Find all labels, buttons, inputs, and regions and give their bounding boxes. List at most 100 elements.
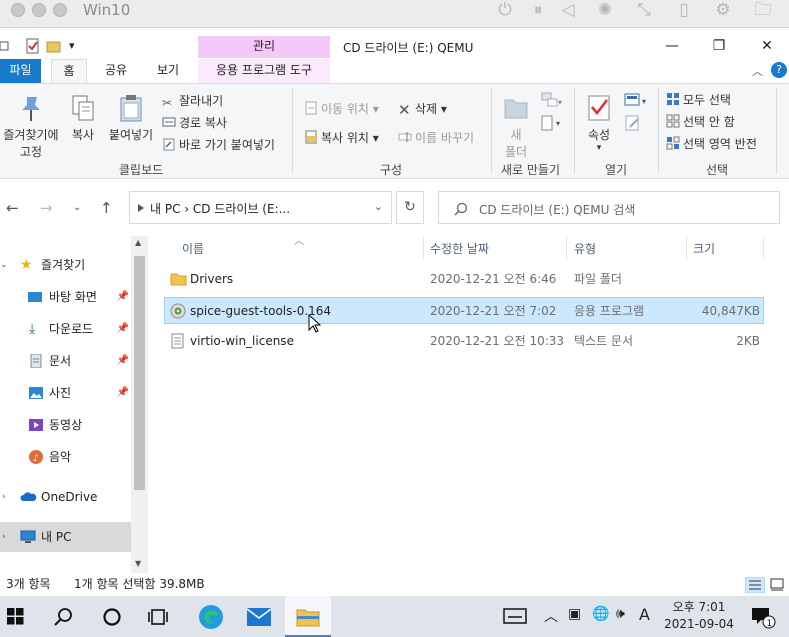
collapse-ribbon-icon[interactable]: ︿ [752,63,763,79]
help-icon[interactable]: ? [771,62,787,78]
svg-text:♪: ♪ [33,454,39,464]
rename-button[interactable]: 이름 바꾸기 [398,129,474,146]
nav-item-pictures[interactable]: 사진 📌 [0,378,131,408]
edge-icon[interactable] [198,604,224,630]
column-header-type[interactable]: 유형 [574,240,596,257]
music-icon: ♪ [29,450,43,464]
address-bar[interactable]: 내 PC › CD 드라이브 (E:... ⌄ [129,191,392,224]
nav-quick-access[interactable]: ⌄ ★ 즐겨찾기 [0,250,131,280]
device-icon[interactable]: ▣ [568,606,581,622]
tab-share[interactable]: 공유 [96,59,136,83]
expand-icon[interactable]: › [2,522,6,552]
tab-home[interactable]: 홈 [51,59,87,83]
nav-this-pc[interactable]: › 내 PC [0,522,131,552]
vm-zoom-button[interactable] [53,3,67,17]
easy-access-icon[interactable]: ▾ [540,114,564,134]
details-view-icon[interactable] [745,577,765,593]
large-icons-view-icon[interactable] [769,577,785,593]
notifications-icon[interactable]: 1 [750,605,776,629]
shared-folder-icon[interactable]: 🗀 [752,0,774,22]
select-all-button[interactable]: 모두 선택 [666,91,731,108]
nav-onedrive[interactable]: › OneDrive [0,482,131,512]
search-input[interactable]: CD 드라이브 (E:) QEMU 검색 [438,191,780,224]
quick-access-icon[interactable] [0,40,10,52]
address-dropdown-icon[interactable]: ⌄ [374,200,383,213]
nav-item-music[interactable]: ♪ 음악 [0,442,131,472]
edit-icon[interactable] [624,114,644,132]
volume-icon[interactable]: 🕪 [616,606,625,622]
table-row[interactable]: Drivers 2020-12-21 오전 6:46 파일 폴더 [164,266,764,293]
onedrive-icon [20,492,37,501]
search-icon[interactable] [54,607,74,627]
context-tab-manage[interactable]: 관리 [198,36,330,58]
tab-application-tools[interactable]: 응용 프로그램 도구 [198,59,330,83]
nav-item-videos[interactable]: 동영상 [0,410,131,440]
properties-icon [588,95,610,121]
scroll-down-icon[interactable]: ▼ [135,559,141,568]
nav-item-downloads[interactable]: ⤓ 다운로드 📌 [0,314,131,344]
refresh-button[interactable]: ↻ [396,191,424,224]
qat-dropdown-icon[interactable]: ▾ [69,39,75,52]
move-to-button[interactable]: 이동 위치 ▾ [304,100,379,117]
tab-file[interactable]: 파일 [0,59,41,83]
cortana-icon[interactable] [102,607,122,627]
cut-button[interactable]: ✂ 잘라내기 [162,92,223,110]
delete-button[interactable]: ✕ 삭제 ▾ [398,100,447,119]
back-icon[interactable]: ◁ [557,0,579,22]
maximize-button[interactable]: ❐ [707,36,731,56]
mail-icon[interactable] [246,606,272,628]
select-none-button[interactable]: 선택 안 함 [666,113,735,130]
network-icon[interactable]: 🌐 [592,606,609,622]
clock[interactable]: 오후 7:01 2021-09-04 [660,599,738,633]
taskbar-file-explorer[interactable] [285,596,331,637]
minimize-button[interactable]: — [660,36,684,56]
nav-item-desktop[interactable]: 바탕 화면 📌 [0,282,131,312]
new-item-icon[interactable]: ▾ [540,91,564,111]
column-header-modified[interactable]: 수정한 날짜 [430,240,489,257]
keyboard-icon[interactable] [503,607,527,625]
back-arrow-icon[interactable]: ← [6,199,19,217]
power-icon[interactable]: ⏻ [494,0,516,22]
copy-button[interactable]: 복사 [66,94,100,143]
pause-icon[interactable]: ⏸ [527,0,549,22]
resize-icon[interactable]: ⤡ [633,0,655,22]
ime-indicator[interactable]: A [639,605,650,624]
forward-arrow-icon[interactable]: → [40,199,53,217]
pin-to-quick-access-button[interactable]: 즐겨찾기에 고정 [0,94,62,160]
tab-view[interactable]: 보기 [146,59,190,83]
invert-selection-button[interactable]: 선택 영역 반전 [666,135,757,152]
column-header-size[interactable]: 크기 [693,240,715,257]
recent-locations-icon[interactable]: ⌄ [73,202,81,213]
properties-quick-icon[interactable] [25,38,41,54]
nav-item-documents[interactable]: 문서 📌 [0,346,131,376]
properties-button[interactable]: 속성 ▾ [582,94,616,153]
settings-icon[interactable]: ⚙ [712,0,734,22]
vm-close-button[interactable] [11,3,25,17]
vm-minimize-button[interactable] [32,3,46,17]
open-icon[interactable]: ▾ [623,92,651,108]
expand-icon[interactable]: ⌄ [0,250,8,280]
new-folder-quick-icon[interactable] [46,40,62,53]
brightness-icon[interactable]: ✺ [594,0,616,22]
up-arrow-icon[interactable]: ↑ [100,199,113,217]
usb-icon[interactable]: ▯ [673,0,695,22]
table-row[interactable]: spice-guest-tools-0.164 2020-12-21 오전 7:… [164,297,764,324]
close-button[interactable]: ✕ [755,36,779,56]
paste-shortcut-button[interactable]: 바로 가기 붙여넣기 [162,136,275,153]
copy-to-button[interactable]: 복사 위치 ▾ [304,129,379,146]
tray-overflow-icon[interactable]: ︿ [544,606,558,626]
column-header-name[interactable]: 이름 [182,240,204,257]
paste-button[interactable]: 붙여넣기 [104,94,158,143]
table-row[interactable]: virtio-win_license 2020-12-21 오전 10:33 텍… [164,328,764,355]
nav-scrollbar[interactable]: ▲ ▼ [131,236,148,573]
scroll-up-icon[interactable]: ▲ [135,238,141,247]
scrollbar-thumb[interactable] [134,256,145,490]
installer-icon [170,303,186,319]
task-view-icon[interactable] [148,607,170,627]
new-folder-button[interactable]: 새 폴더 [500,94,532,160]
vm-title-bar: Win10 ⏻ ⏸ ◁ ✺ ⤡ ▯ ⚙ 🗀 [0,0,789,28]
copy-path-button[interactable]: 경로 복사 [162,114,227,131]
expand-icon[interactable]: › [2,482,6,512]
start-icon[interactable] [7,608,24,625]
video-icon [29,419,43,431]
